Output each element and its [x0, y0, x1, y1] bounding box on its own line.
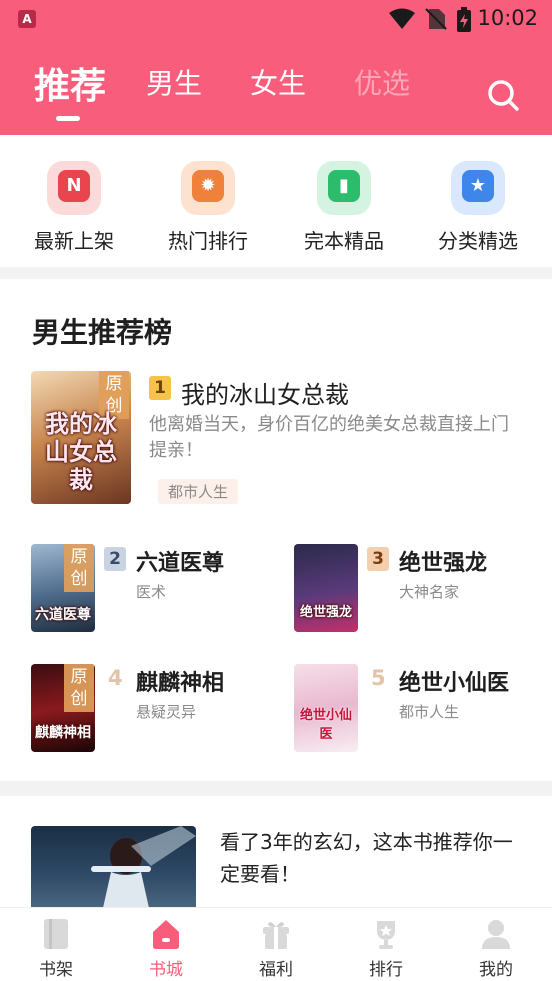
cover-title-art: 六道医尊: [35, 607, 91, 623]
rank-badge-1: 1: [149, 376, 171, 400]
bookshelf-icon: [44, 919, 68, 949]
original-tag: 原创: [64, 664, 94, 712]
entry-new-arrivals[interactable]: N 最新上架: [14, 161, 134, 254]
tab-recommend[interactable]: 推荐: [34, 57, 106, 109]
entry-hot-ranking[interactable]: ✹ 热门排行: [148, 161, 268, 254]
finished-book-icon: ▮: [317, 161, 371, 215]
status-time: 10:02: [477, 6, 538, 30]
top-header: A 10:02 推荐 男生 女生 优选: [0, 0, 552, 135]
quick-entry-bar: N 最新上架 ✹ 热门排行 ▮ 完本精品 ★ 分类精选: [0, 135, 552, 267]
rank-badge-2: 2: [104, 547, 126, 571]
book-category: 大神名家: [399, 583, 460, 601]
tab-female[interactable]: 女生: [250, 62, 306, 102]
profile-icon: [482, 920, 510, 949]
nav-bookstore[interactable]: 书城: [126, 918, 206, 980]
book-description: 他离婚当天，身价百亿的绝美女总裁直接上门提亲！: [149, 414, 509, 461]
category-chip: 都市人生: [158, 479, 239, 504]
entry-label: 最新上架: [34, 229, 114, 253]
book-category: 都市人生: [399, 703, 460, 721]
nav-welfare[interactable]: 福利: [236, 918, 316, 980]
active-tab-indicator: [56, 116, 80, 121]
book-title: 绝世强龙: [399, 551, 488, 576]
nav-ranking[interactable]: 排行: [346, 918, 426, 980]
flute-girl-illustration: [91, 826, 196, 908]
tab-selected[interactable]: 优选: [354, 62, 410, 102]
hot-rank-icon: ✹: [181, 161, 235, 215]
recommend-cover-image: [31, 826, 196, 908]
search-icon[interactable]: [486, 78, 520, 112]
nav-label: 我的: [479, 960, 513, 980]
cover-title-art: 麒麟神相: [35, 725, 91, 741]
battery-charging-icon: [457, 7, 471, 32]
nav-label: 书架: [39, 960, 73, 980]
category-tabs: 推荐 男生 女生 优选: [0, 62, 552, 126]
book-cover: 原创 麒麟神相: [31, 664, 95, 752]
status-bar: A 10:02: [0, 0, 552, 38]
book-cover: 原创 六道医尊: [31, 544, 95, 632]
book-title: 我的冰山女总裁: [181, 381, 349, 409]
app-notification-icon: A: [18, 10, 36, 28]
category-star-icon: ★: [451, 161, 505, 215]
cover-title-art: 绝世强龙: [299, 605, 352, 620]
new-shelf-icon: N: [47, 161, 101, 215]
bottom-navigation: 书架 书城 福利 排行 我的: [0, 907, 552, 981]
nav-label: 排行: [369, 960, 403, 980]
trophy-icon: [377, 921, 395, 949]
tab-male[interactable]: 男生: [146, 62, 202, 102]
entry-label: 分类精选: [438, 229, 518, 253]
recommend-text: 看了3年的玄幻，这本书推荐你一定要看！: [220, 830, 513, 886]
entry-label: 完本精品: [304, 229, 384, 253]
rank-number-5: 5: [371, 666, 386, 690]
entry-label: 热门排行: [168, 229, 248, 253]
book-category: 悬疑灵异: [136, 703, 197, 721]
male-ranking-card: 男生推荐榜 原创 我的冰山女总裁 1 我的冰山女总裁 他离婚当天，身价百亿的绝美…: [0, 279, 552, 781]
wifi-icon: [389, 8, 415, 29]
cover-title-art: 我的冰山女总裁: [45, 410, 117, 494]
original-tag: 原创: [64, 544, 94, 592]
book-title: 六道医尊: [136, 551, 225, 576]
entry-categories[interactable]: ★ 分类精选: [418, 161, 538, 254]
book-category: 医术: [136, 583, 167, 601]
nav-label: 福利: [259, 960, 293, 980]
recommend-card[interactable]: 看了3年的玄幻，这本书推荐你一定要看！: [0, 796, 552, 908]
section-title: 男生推荐榜: [32, 316, 173, 349]
book-cover: 绝世小仙医: [294, 664, 358, 752]
no-sim-icon: [425, 8, 447, 30]
book-title: 麒麟神相: [136, 671, 225, 696]
nav-label: 书城: [149, 960, 183, 980]
nav-profile[interactable]: 我的: [456, 918, 536, 980]
nav-bookshelf[interactable]: 书架: [16, 918, 96, 980]
gift-icon: [263, 922, 289, 949]
rank-badge-3: 3: [367, 547, 389, 571]
book-title: 绝世小仙医: [399, 671, 510, 696]
rank-number-4: 4: [108, 666, 123, 690]
bookstore-home-icon: [153, 920, 179, 949]
entry-finished-books[interactable]: ▮ 完本精品: [284, 161, 404, 254]
book-cover: 绝世强龙: [294, 544, 358, 632]
cover-title-art: 绝世小仙医: [299, 708, 352, 742]
book-cover: 原创 我的冰山女总裁: [31, 371, 131, 504]
